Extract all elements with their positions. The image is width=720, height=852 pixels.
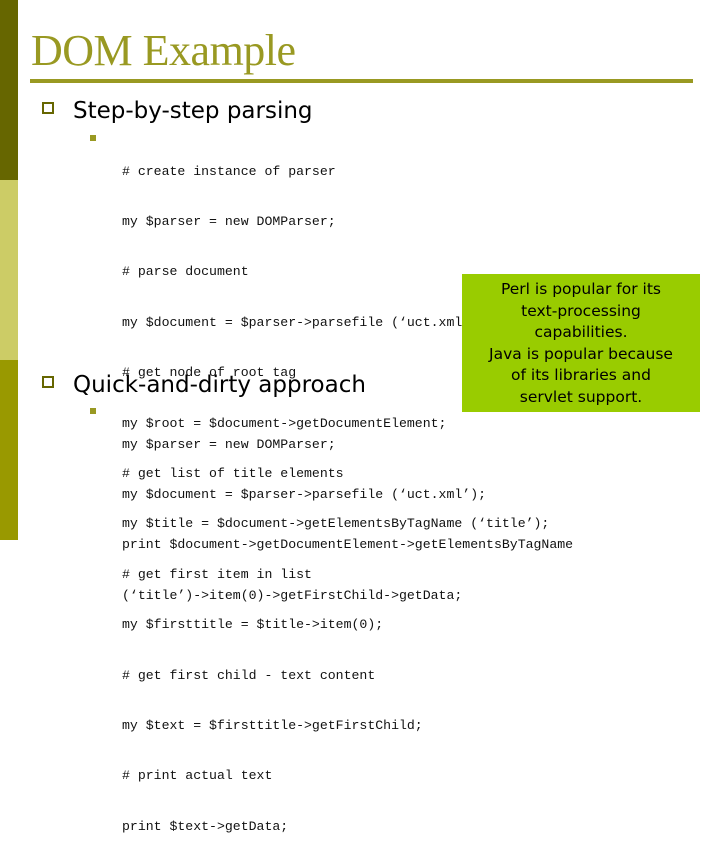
filled-square-bullet-icon	[90, 135, 96, 141]
filled-square-bullet-icon	[90, 408, 96, 414]
hollow-square-bullet-icon	[42, 376, 54, 388]
code-line: my $parser = new DOMParser;	[122, 436, 336, 452]
code-line: # print actual text	[122, 768, 273, 784]
code-line: print $text->getData;	[122, 818, 289, 834]
callout-line: Java is popular because	[489, 344, 673, 363]
bullet-quick-and-dirty: Quick-and-dirty approach	[42, 371, 366, 399]
title-underline	[30, 79, 693, 83]
callout-line: Perl is popular for its	[500, 280, 662, 298]
sidebar-segment-bottom	[0, 360, 18, 540]
callout-line: text-processing	[521, 301, 641, 320]
section-heading: Step-by-step parsing	[73, 98, 313, 124]
slide-title: DOM Example	[31, 26, 296, 75]
code-line: # create instance of parser	[122, 163, 336, 179]
bullet-step-by-step: Step-by-step parsing	[42, 97, 313, 125]
code-line: my $parser = new DOMParser;	[122, 213, 336, 229]
code-line: (‘title’)->item(0)->getFirstChild->getDa…	[122, 587, 463, 603]
sidebar-segment-top	[0, 0, 18, 180]
sidebar-accent-bar	[0, 0, 18, 540]
section-heading: Quick-and-dirty approach	[73, 372, 366, 398]
code-line: my $document = $parser->parsefile (‘uct.…	[122, 486, 487, 502]
code-block-quick-and-dirty: my $parser = new DOMParser; my $document…	[122, 403, 573, 621]
hollow-square-bullet-icon	[42, 102, 54, 114]
sidebar-segment-middle	[0, 180, 18, 360]
callout-line: of its libraries and	[511, 366, 651, 385]
callout-box: Perl is popular for its text-processing …	[462, 274, 700, 412]
code-line: # get first child - text content	[122, 667, 376, 683]
callout-line: capabilities.	[534, 323, 628, 342]
code-line: my $text = $firsttitle->getFirstChild;	[122, 717, 423, 733]
